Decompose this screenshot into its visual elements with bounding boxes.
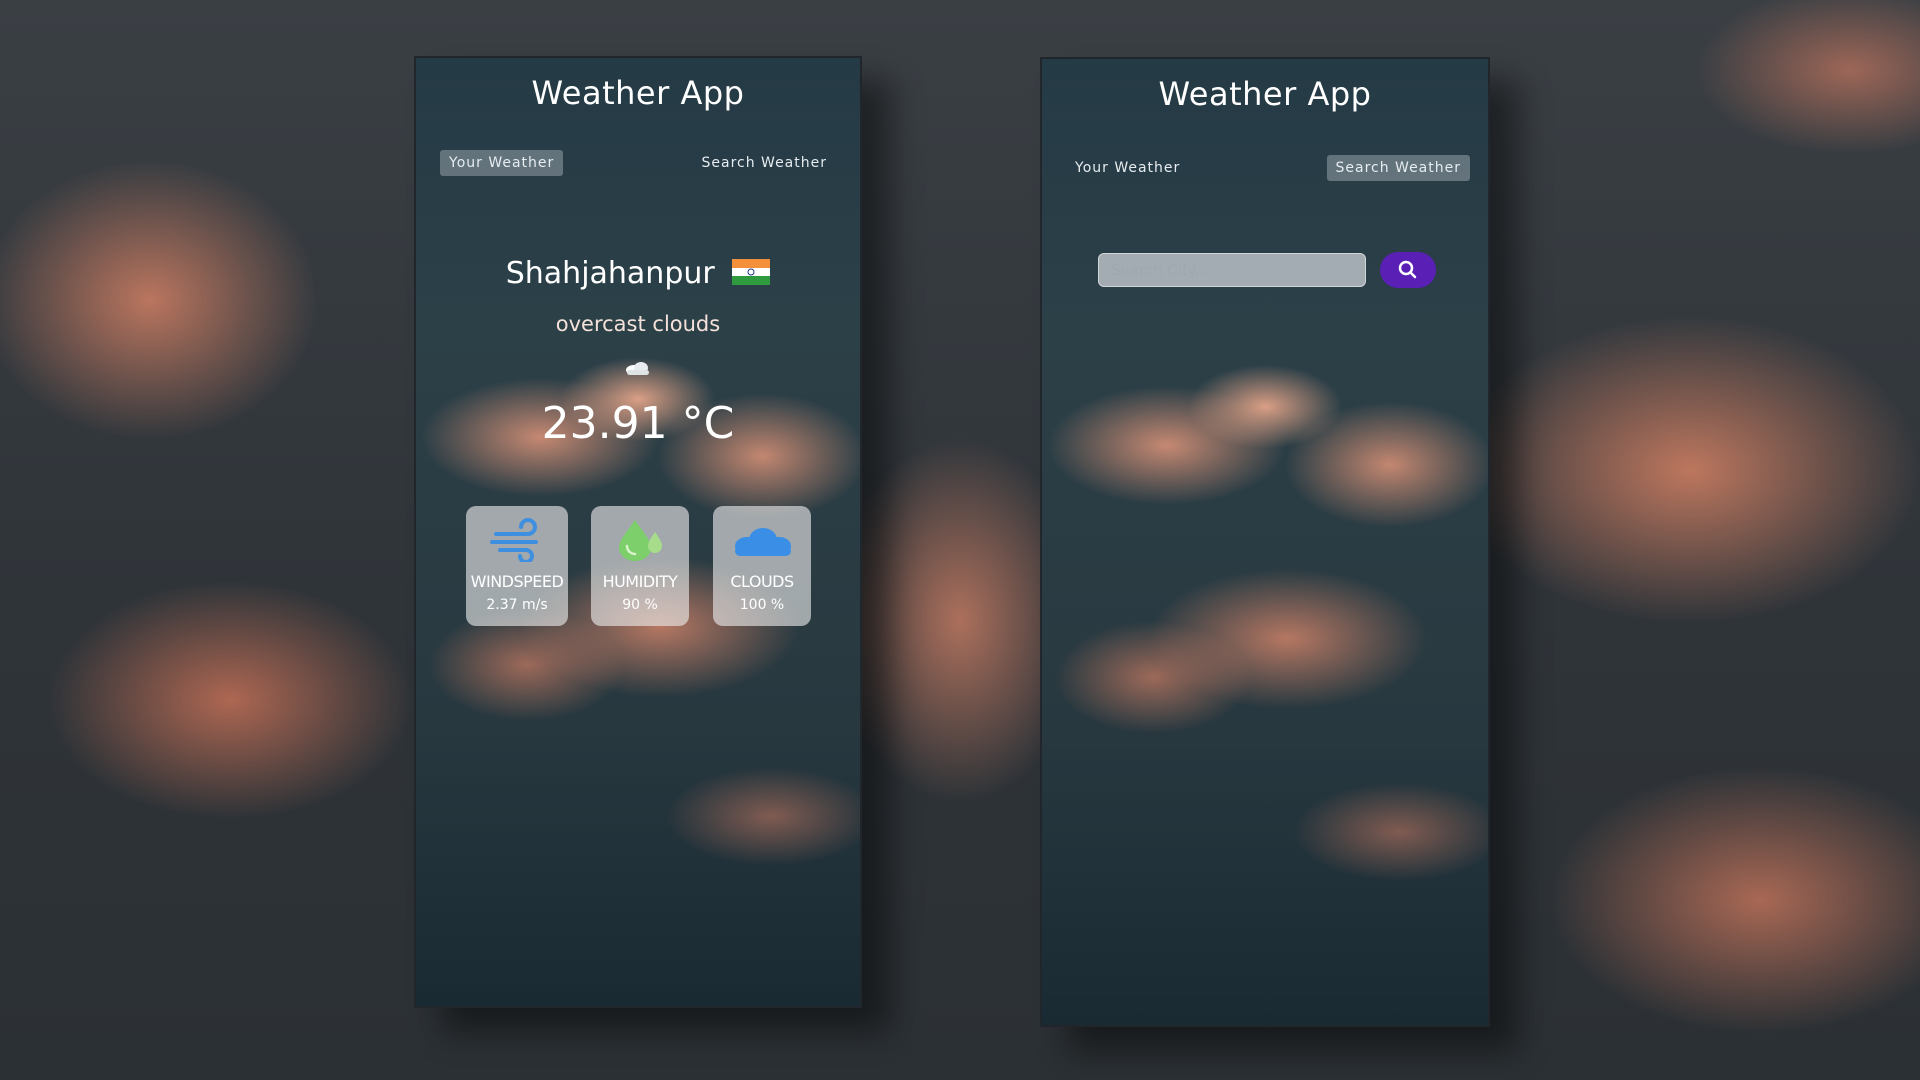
clouds-card: CLOUDS 100 %: [713, 506, 811, 626]
cloud-icon: [735, 528, 791, 556]
humidity-drop-icon: [619, 520, 662, 561]
city-row: Shahjahanpur: [416, 256, 860, 291]
india-flag-icon: [732, 258, 771, 285]
clouds-value: 100 %: [739, 597, 785, 613]
wind-icon: [490, 518, 538, 562]
tab-search-weather[interactable]: Search Weather: [1326, 155, 1470, 181]
humidity-value: 90 %: [622, 597, 658, 613]
app-title: Weather App: [1158, 75, 1372, 113]
your-weather-screen: Weather App Your Weather Search Weather …: [414, 56, 862, 1008]
overcast-cloud-icon: [626, 362, 649, 375]
search-button[interactable]: [1380, 252, 1436, 288]
weather-description: overcast clouds: [555, 312, 721, 336]
search-city-input[interactable]: [1098, 253, 1366, 287]
humidity-label: HUMIDITY: [602, 572, 678, 591]
windspeed-card: WINDSPEED 2.37 m/s: [466, 506, 568, 626]
tab-your-weather[interactable]: Your Weather: [1066, 155, 1189, 181]
tab-your-weather[interactable]: Your Weather: [440, 150, 564, 176]
tab-search-weather[interactable]: Search Weather: [693, 150, 837, 176]
temperature: 23.91 °C: [541, 398, 735, 449]
windspeed-label: WINDSPEED: [470, 572, 564, 591]
search-icon: [1398, 260, 1417, 279]
app-title: Weather App: [531, 74, 745, 112]
humidity-card: HUMIDITY 90 %: [591, 506, 689, 626]
windspeed-value: 2.37 m/s: [486, 597, 548, 613]
clouds-label: CLOUDS: [730, 572, 794, 591]
city-name: Shahjahanpur: [505, 256, 715, 291]
search-weather-screen: Weather App Your Weather Search Weather: [1040, 57, 1490, 1027]
